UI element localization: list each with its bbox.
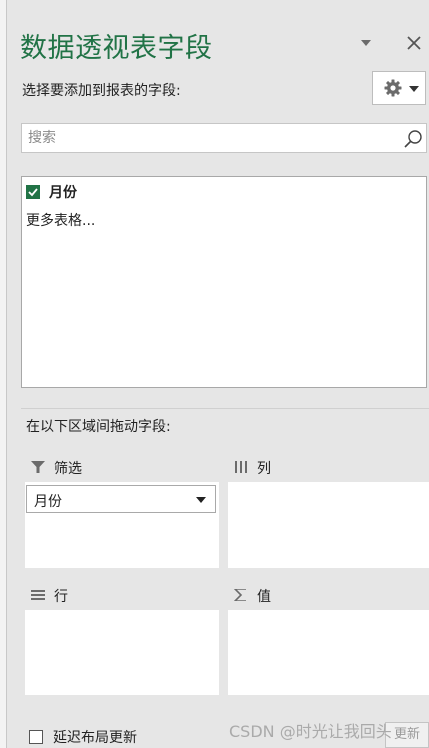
filters-area-label: 筛选: [54, 461, 82, 477]
chevron-down-icon[interactable]: [359, 36, 373, 50]
sigma-icon: [234, 589, 246, 601]
close-icon[interactable]: [405, 34, 423, 52]
pane-subtitle: 选择要添加到报表的字段:: [22, 83, 181, 99]
drag-instructions: 在以下区域间拖动字段:: [26, 419, 171, 435]
filter-field-chip[interactable]: 月份: [26, 485, 216, 513]
search-box[interactable]: [21, 123, 427, 153]
rows-icon: [31, 590, 45, 600]
defer-update-option[interactable]: 延迟布局更新: [29, 727, 137, 747]
more-tables-link[interactable]: 更多表格...: [26, 210, 95, 230]
values-area[interactable]: 值: [228, 580, 429, 695]
filters-area[interactable]: 筛选 月份: [25, 452, 219, 568]
field-label: 月份: [49, 185, 77, 201]
filters-drop-zone[interactable]: 月份: [25, 482, 219, 568]
gear-icon: [384, 79, 402, 97]
rows-drop-zone[interactable]: [25, 610, 219, 695]
filter-field-label: 月份: [34, 494, 62, 510]
defer-update-checkbox[interactable]: [29, 730, 43, 744]
field-checkbox[interactable]: [26, 185, 40, 199]
tools-button[interactable]: [372, 71, 426, 105]
rows-area-header: 行: [25, 580, 219, 610]
watermark: CSDN @时光让我回头: [229, 722, 392, 741]
filters-area-header: 筛选: [25, 452, 219, 482]
search-input[interactable]: [28, 128, 378, 148]
check-icon: [28, 188, 38, 197]
dropdown-arrow-icon[interactable]: [196, 497, 206, 503]
pivot-field-list-pane: 数据透视表字段 选择要添加到报表的字段: 搜索 月份 更多表格... 在以下区域…: [7, 0, 429, 748]
rows-area[interactable]: 行: [25, 580, 219, 695]
section-divider: [21, 408, 429, 409]
dropdown-arrow-icon: [409, 86, 419, 92]
values-area-label: 值: [257, 589, 271, 605]
columns-area-header: 列: [228, 452, 429, 482]
pane-title: 数据透视表字段: [20, 33, 213, 64]
values-area-header: 值: [228, 580, 429, 610]
columns-drop-zone[interactable]: [228, 482, 429, 568]
worksheet-edge: [0, 0, 7, 748]
filter-icon: [31, 461, 45, 473]
field-list: 月份 更多表格...: [21, 176, 427, 388]
columns-area[interactable]: 列: [228, 452, 429, 568]
rows-area-label: 行: [54, 589, 68, 605]
search-icon[interactable]: [403, 129, 423, 149]
columns-icon: [235, 461, 247, 473]
values-drop-zone[interactable]: [228, 610, 429, 695]
defer-update-label: 延迟布局更新: [53, 730, 137, 746]
field-item-month[interactable]: 月份: [26, 182, 77, 202]
columns-area-label: 列: [257, 461, 271, 477]
